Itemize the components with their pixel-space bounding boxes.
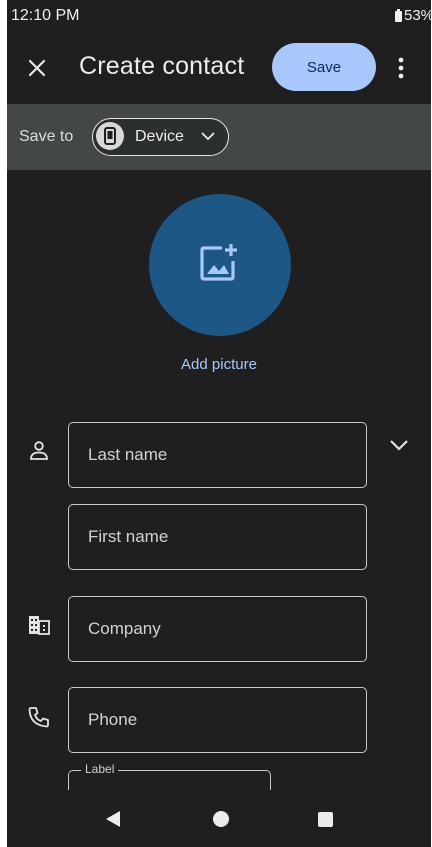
save-button[interactable]: Save	[272, 43, 376, 91]
battery-percent: 53%	[404, 7, 431, 24]
expand-name-chevron-icon[interactable]	[389, 438, 409, 452]
phone-device-icon	[96, 122, 124, 150]
first-name-input[interactable]	[69, 505, 366, 569]
nav-back-icon[interactable]	[105, 810, 121, 828]
phone-icon	[28, 707, 49, 728]
status-bar: 12:10 PM 53%	[7, 0, 431, 32]
chevron-down-icon	[201, 132, 215, 141]
save-to-label: Save to	[19, 128, 74, 145]
phone-label-legend: Label	[81, 762, 119, 776]
last-name-input[interactable]	[69, 423, 366, 487]
status-time: 12:10 PM	[11, 7, 80, 24]
add-picture-avatar[interactable]	[149, 194, 291, 336]
first-name-field[interactable]	[68, 504, 367, 570]
phone-input[interactable]	[69, 688, 366, 752]
company-field[interactable]	[68, 596, 367, 662]
building-icon	[29, 616, 50, 635]
nav-home-icon[interactable]	[213, 811, 229, 827]
phone-field[interactable]	[68, 687, 367, 753]
last-name-field[interactable]	[68, 422, 367, 488]
battery-icon	[395, 9, 402, 22]
more-vert-icon[interactable]	[393, 55, 409, 81]
account-name: Device	[135, 128, 184, 145]
account-selector-chip[interactable]: Device	[92, 118, 229, 156]
person-icon	[30, 441, 48, 460]
add-photo-icon	[200, 244, 237, 281]
app-bar: Create contact Save	[7, 34, 431, 102]
close-icon[interactable]	[25, 56, 49, 80]
save-to-bar: Save to Device	[7, 104, 431, 170]
company-input[interactable]	[69, 597, 366, 661]
add-picture-link[interactable]: Add picture	[7, 356, 431, 373]
create-contact-screen: 12:10 PM 53% Create contact Save Save to	[7, 0, 431, 847]
system-nav-bar	[7, 790, 431, 847]
nav-recents-icon[interactable]	[318, 812, 333, 827]
page-title: Create contact	[79, 52, 245, 80]
